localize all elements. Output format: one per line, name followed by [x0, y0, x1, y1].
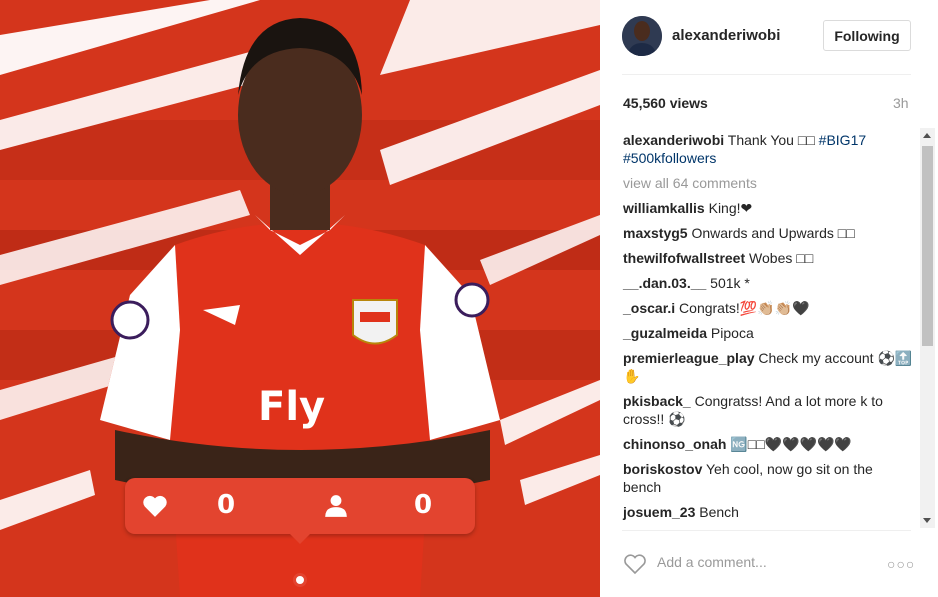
like-counter: 0 — [217, 490, 236, 520]
more-options-icon[interactable]: ○○○ — [887, 556, 915, 572]
comment-item: maxstyg5 Onwards and Upwards □□ — [623, 224, 913, 242]
add-comment-input[interactable] — [657, 554, 877, 570]
comment-username[interactable]: maxstyg5 — [623, 225, 688, 241]
comment-item: thewilfofwallstreet Wobes □□ — [623, 249, 913, 267]
comment-username[interactable]: __.dan.03.__ — [623, 275, 706, 291]
comment-username[interactable]: josuem_23 — [623, 504, 695, 520]
comment-item: pkisback_ Congratss! And a lot more k to… — [623, 392, 913, 428]
hashtag-link[interactable]: #BIG17 — [819, 132, 866, 148]
post-image[interactable]: Fly 0 0 — [0, 0, 600, 597]
comment-item: josuem_23 Bench — [623, 503, 913, 521]
scroll-up-arrow-icon[interactable] — [923, 133, 931, 138]
comment-item: __.dan.03.__ 501k * — [623, 274, 913, 292]
heart-icon — [143, 495, 167, 517]
comment-text: King!❤ — [708, 200, 753, 216]
comment-username[interactable]: premierleague_play — [623, 350, 755, 366]
caption: alexanderiwobi Thank You □□ #BIG17 #500k… — [623, 131, 913, 167]
comment-text: Wobes □□ — [749, 250, 814, 266]
avatar[interactable] — [622, 16, 662, 56]
shirt-sponsor-text: Fly — [258, 384, 325, 430]
comment-text: Pipoca — [710, 325, 754, 341]
comment-text: 501k * — [710, 275, 750, 291]
post-header: alexanderiwobi Following — [600, 0, 938, 75]
comment-text: 🆖□□🖤🖤🖤🖤🖤 — [730, 436, 852, 452]
scroll-down-arrow-icon[interactable] — [923, 518, 931, 523]
footer-divider — [622, 530, 911, 531]
caption-username[interactable]: alexanderiwobi — [623, 132, 724, 148]
person-icon — [325, 495, 347, 517]
comment-item: premierleague_play Check my account ⚽🔝✋ — [623, 349, 913, 385]
comments-scrollbar[interactable] — [920, 128, 935, 528]
caption-text: Thank You □□ — [727, 132, 815, 148]
view-all-comments-link[interactable]: view all 64 comments — [623, 174, 913, 192]
comment-text: Onwards and Upwards □□ — [691, 225, 855, 241]
comment-username[interactable]: boriskostov — [623, 461, 702, 477]
comment-username[interactable]: _guzalmeida — [623, 325, 707, 341]
post-timestamp[interactable]: 3h — [893, 95, 909, 111]
post-side-panel: alexanderiwobi Following 45,560 views 3h… — [600, 0, 938, 597]
comment-text: Congrats!💯👏🏼👏🏼🖤 — [679, 300, 810, 316]
comment-username[interactable]: williamkallis — [623, 200, 705, 216]
comment-item: boriskostov Yeh cool, now go sit on the … — [623, 460, 913, 496]
counter-pointer — [290, 534, 310, 544]
comment-item: chinonso_onah 🆖□□🖤🖤🖤🖤🖤 — [623, 435, 913, 453]
hashtag-link[interactable]: #500kfollowers — [623, 150, 716, 166]
avatar-image — [622, 16, 662, 56]
comment-item: williamkallis King!❤ — [623, 199, 913, 217]
header-divider — [622, 74, 911, 75]
follower-counter: 0 — [414, 490, 433, 520]
pin-marker — [293, 573, 307, 587]
post-username[interactable]: alexanderiwobi — [672, 27, 780, 44]
comment-username[interactable]: chinonso_onah — [623, 436, 726, 452]
comments-list: alexanderiwobi Thank You □□ #BIG17 #500k… — [623, 131, 913, 528]
comment-username[interactable]: pkisback_ — [623, 393, 691, 409]
scrollbar-thumb[interactable] — [922, 146, 933, 346]
comment-item: _oscar.i Congrats!💯👏🏼👏🏼🖤 — [623, 299, 913, 317]
comment-item: _guzalmeida Pipoca — [623, 324, 913, 342]
comment-username[interactable]: _oscar.i — [623, 300, 675, 316]
heart-outline-icon[interactable] — [623, 553, 647, 575]
counter-overlay: 0 0 — [125, 478, 475, 544]
comment-username[interactable]: thewilfofwallstreet — [623, 250, 745, 266]
view-count: 45,560 views — [623, 95, 708, 111]
following-button[interactable]: Following — [823, 20, 911, 51]
comment-text: Bench — [699, 504, 739, 520]
